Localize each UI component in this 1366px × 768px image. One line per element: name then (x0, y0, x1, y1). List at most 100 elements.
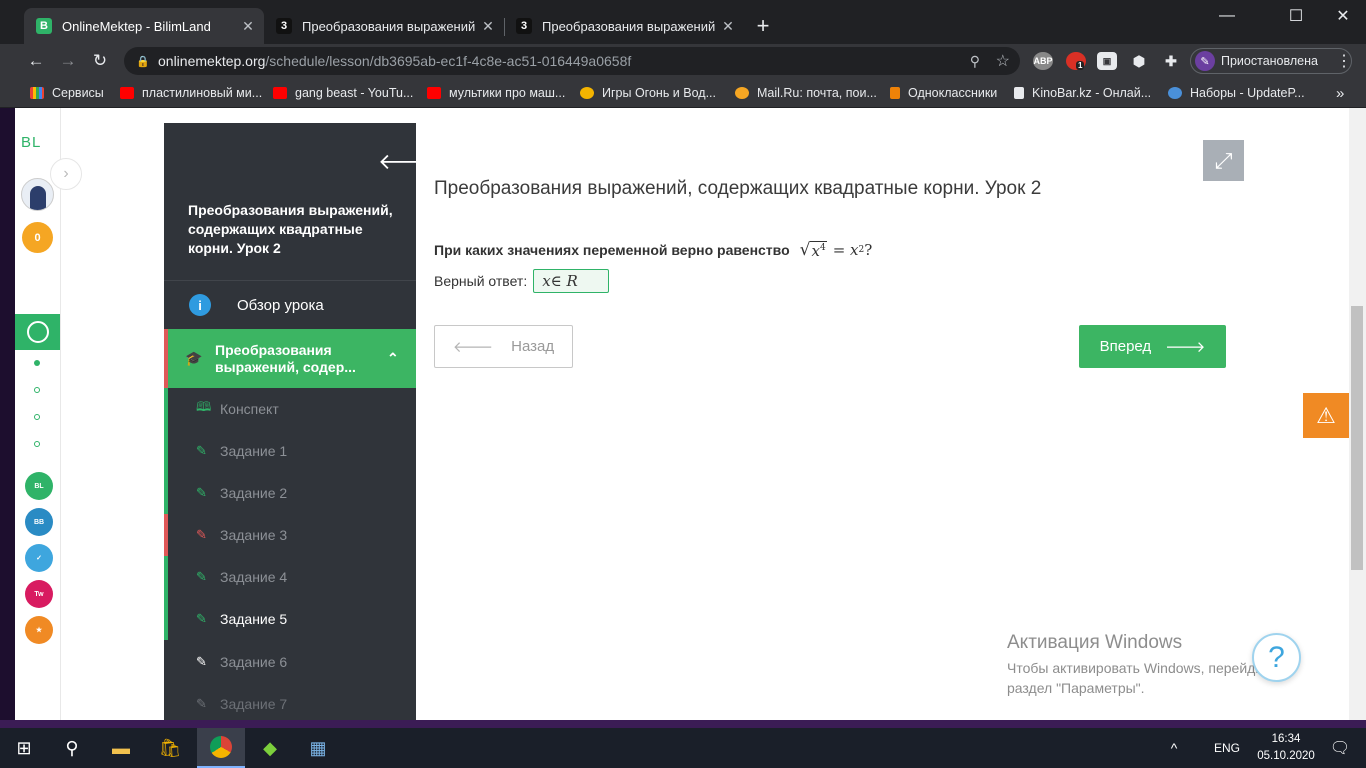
bluestacks-icon[interactable]: ◆ (246, 728, 294, 768)
sidebar-lesson-title: Преобразования выражений, содержащих ква… (188, 202, 393, 256)
imektep-app-icon[interactable]: ★ (25, 616, 53, 644)
help-question-icon[interactable]: ? (1252, 633, 1301, 682)
profile-status-label: Приостановлена (1221, 54, 1318, 68)
bilimland-logo[interactable]: BL (21, 134, 41, 151)
page-bottom-background (0, 720, 1366, 728)
sidebar-item-label: Задание 7 (220, 696, 288, 712)
page-left-gutter (0, 108, 15, 720)
language-indicator[interactable]: ENG (1204, 728, 1250, 768)
search-icon[interactable]: ⚲ (48, 728, 96, 768)
edit-icon: ✎ (196, 443, 207, 458)
back-button[interactable]: 🡐 Назад (434, 325, 573, 368)
reload-icon[interactable]: ↻ (86, 48, 114, 74)
bookmark-youtube-1[interactable]: пластилиновый ми... (120, 84, 265, 102)
lesson-favicon-icon: 3 (516, 18, 532, 34)
chrome-taskbar-icon[interactable] (197, 728, 245, 768)
bookmark-odnoklassniki[interactable]: Одноклассники (890, 84, 1005, 102)
lock-icon: 🔒 (136, 55, 150, 68)
profile-button[interactable]: ✎ Приостановлена (1190, 48, 1352, 74)
youtube-icon (120, 87, 134, 99)
more-bookmarks-button[interactable]: » (1336, 84, 1350, 102)
sidebar-item-task-2[interactable]: ✎ Задание 2 (164, 472, 416, 514)
screenshot-extension-icon[interactable]: ▣ (1097, 52, 1117, 70)
twig-app-icon[interactable]: Tw (25, 580, 53, 608)
sidebar-back-arrow-icon[interactable]: 🡐 (378, 149, 416, 175)
system-clock[interactable]: 16:34 05.10.2020 (1256, 731, 1316, 765)
sidebar-item-task-7[interactable]: ✎ Задание 7 (164, 683, 416, 720)
page-title: Преобразования выражений, содержащих ква… (434, 178, 1042, 199)
adblock-extension-icon[interactable]: ABP (1033, 52, 1053, 70)
bilimbook-app-icon[interactable]: BB (25, 508, 53, 536)
sidebar-item-task-1[interactable]: ✎ Задание 1 (164, 430, 416, 472)
youtube-icon (273, 87, 287, 99)
extensions-puzzle-icon[interactable]: ✚ (1161, 52, 1181, 70)
bookmark-games[interactable]: Игры Огонь и Вод... (580, 84, 725, 102)
scrollbar-thumb[interactable] (1351, 306, 1363, 570)
bookmark-youtube-3[interactable]: мультики про маш... (427, 84, 572, 102)
edit-icon: ✎ (196, 654, 207, 669)
chevron-up-icon[interactable]: ⌃ (387, 350, 399, 367)
sidebar-item-konspekt[interactable]: 🕮 Конспект (164, 388, 416, 430)
close-tab-icon[interactable]: ✕ (236, 18, 260, 35)
next-button-label: Вперед (1099, 338, 1152, 355)
report-warning-icon[interactable]: ⚠ (1303, 393, 1349, 438)
sidebar-item-task-4[interactable]: ✎ Задание 4 (164, 556, 416, 598)
notifications-icon[interactable]: 🗨 (1316, 728, 1364, 768)
calculator-icon[interactable]: ▦ (294, 728, 342, 768)
back-arrow-icon[interactable]: ← (22, 48, 50, 74)
close-tab-icon[interactable]: ✕ (716, 18, 740, 35)
bookmark-updatep[interactable]: Наборы - UpdateP... (1168, 84, 1308, 102)
file-explorer-icon[interactable]: ▬ (97, 728, 145, 768)
expand-rail-chevron-icon[interactable]: › (50, 158, 82, 190)
sidebar-section-current[interactable]: 🎓 Преобразования выражений, содер... ⌃ (164, 329, 416, 388)
bilimland-app-icon[interactable]: BL (25, 472, 53, 500)
forward-arrow-icon[interactable]: → (54, 48, 82, 74)
sidebar-item-task-3[interactable]: ✎ Задание 3 (164, 514, 416, 556)
sidebar-item-task-5[interactable]: ✎ Задание 5 (164, 598, 416, 640)
bookmark-youtube-2[interactable]: gang beast - YouTu... (273, 84, 418, 102)
avatar-figure-icon (29, 186, 46, 210)
edit-icon: ✎ (196, 569, 207, 584)
mailru-icon (735, 87, 749, 99)
sidebar-item-task-6[interactable]: ✎ Задание 6 (164, 641, 416, 683)
browser-menu-icon[interactable]: ⋮ (1330, 48, 1358, 74)
sidebar-item-label: Задание 4 (220, 569, 288, 585)
bookmark-label: мультики про маш... (449, 86, 566, 100)
search-icon[interactable]: ⚲ (970, 53, 980, 70)
sidebar-item-label: Конспект (220, 401, 279, 417)
book-icon: 🕮 (196, 399, 212, 414)
onlinemektep-nav-item[interactable] (15, 314, 60, 350)
red-extension-icon[interactable]: 1 (1066, 52, 1086, 70)
tab-title: Преобразования выражений, с (302, 18, 476, 34)
fullscreen-expand-icon[interactable]: ⤢ (1203, 140, 1244, 181)
browser-tab-onlinemektep[interactable]: B OnlineMektep - BilimLand ✕ (24, 8, 264, 44)
itest-app-icon[interactable]: ✓ (25, 544, 53, 572)
new-tab-button[interactable]: + (746, 8, 780, 44)
bookmark-label: Игры Огонь и Вод... (602, 86, 716, 100)
bookmark-apps[interactable]: Сервисы (30, 84, 110, 102)
maximize-window-icon[interactable]: ☐ (1273, 0, 1319, 32)
browser-tab-strip: B OnlineMektep - BilimLand ✕ 3 Преобразо… (0, 0, 1366, 44)
windows-start-icon[interactable]: ⊞ (0, 728, 48, 768)
coins-badge[interactable]: 0 (22, 222, 53, 253)
next-button[interactable]: Вперед 🡒 (1079, 325, 1226, 368)
box-extension-icon[interactable]: ⬢ (1129, 52, 1149, 70)
chrome-icon (210, 736, 232, 758)
show-hidden-icons-chevron-icon[interactable]: ^ (1150, 728, 1198, 768)
apps-grid-icon (30, 87, 44, 99)
user-avatar[interactable] (21, 178, 54, 211)
bookmark-mailru[interactable]: Mail.Ru: почта, пои... (735, 84, 880, 102)
games-site-icon (580, 87, 594, 99)
sidebar-item-overview[interactable]: i Обзор урока (164, 282, 416, 328)
browser-tab-lesson-2[interactable]: 3 Преобразования выражений, с ✕ (504, 8, 744, 44)
minimize-window-icon[interactable]: — (1204, 0, 1250, 32)
address-bar[interactable]: 🔒 onlinemektep.org /schedule/lesson/db36… (124, 47, 1020, 75)
close-tab-icon[interactable]: ✕ (476, 18, 500, 35)
bookmark-star-icon[interactable]: ☆ (996, 51, 1010, 71)
store-icon[interactable]: 🛍 (146, 728, 194, 768)
close-window-icon[interactable]: ✕ (1320, 0, 1366, 32)
sidebar-item-label: Задание 6 (220, 654, 288, 670)
bookmark-kinobar[interactable]: KinoBar.kz - Онлай... (1014, 84, 1159, 102)
browser-tab-lesson-1[interactable]: 3 Преобразования выражений, с ✕ (264, 8, 504, 44)
tab-title: OnlineMektep - BilimLand (62, 18, 211, 34)
